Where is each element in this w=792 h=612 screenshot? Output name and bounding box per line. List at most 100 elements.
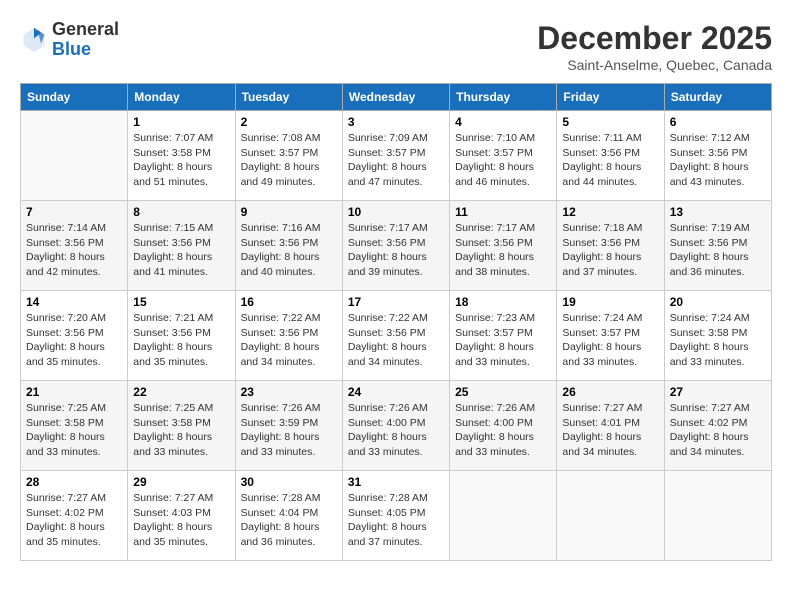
day-info: Sunrise: 7:25 AMSunset: 3:58 PMDaylight:…: [133, 401, 229, 460]
calendar-cell: 2 Sunrise: 7:08 AMSunset: 3:57 PMDaylight…: [235, 111, 342, 201]
calendar-cell: 17 Sunrise: 7:22 AMSunset: 3:56 PMDayligh…: [342, 291, 449, 381]
calendar-cell: 8 Sunrise: 7:15 AMSunset: 3:56 PMDaylight…: [128, 201, 235, 291]
calendar-cell: 12Sunrise: 7:18 AMSunset: 3:56 PMDayligh…: [557, 201, 664, 291]
day-info: Sunrise: 7:28 AMSunset: 4:05 PMDaylight:…: [348, 491, 444, 550]
day-info: Sunrise: 7:20 AMSunset: 3:56 PMDaylight:…: [26, 311, 122, 370]
calendar-cell: 26Sunrise: 7:27 AMSunset: 4:01 PMDayligh…: [557, 381, 664, 471]
day-number: 6: [670, 115, 766, 129]
calendar-cell: 10 Sunrise: 7:17 AMSunset: 3:56 PMDayligh…: [342, 201, 449, 291]
calendar-cell: 16 Sunrise: 7:22 AMSunset: 3:56 PMDayligh…: [235, 291, 342, 381]
day-info: Sunrise: 7:07 AMSunset: 3:58 PMDaylight:…: [133, 131, 229, 190]
calendar-cell: 19 Sunrise: 7:24 AMSunset: 3:57 PMDayligh…: [557, 291, 664, 381]
day-info: Sunrise: 7:10 AMSunset: 3:57 PMDaylight:…: [455, 131, 551, 190]
calendar-cell: 27 Sunrise: 7:27 AMSunset: 4:02 PMDayligh…: [664, 381, 771, 471]
day-number: 25: [455, 385, 551, 399]
weekday-header-saturday: Saturday: [664, 84, 771, 111]
day-info: Sunrise: 7:17 AMSunset: 3:56 PMDaylight:…: [348, 221, 444, 280]
calendar-cell: 15 Sunrise: 7:21 AMSunset: 3:56 PMDayligh…: [128, 291, 235, 381]
calendar-table: SundayMondayTuesdayWednesdayThursdayFrid…: [20, 83, 772, 561]
day-number: 3: [348, 115, 444, 129]
day-info: Sunrise: 7:22 AMSunset: 3:56 PMDaylight:…: [241, 311, 337, 370]
weekday-header-row: SundayMondayTuesdayWednesdayThursdayFrid…: [21, 84, 772, 111]
calendar-cell: [450, 471, 557, 561]
week-row-1: 1 Sunrise: 7:07 AMSunset: 3:58 PMDaylight…: [21, 111, 772, 201]
day-info: Sunrise: 7:17 AMSunset: 3:56 PMDaylight:…: [455, 221, 551, 280]
calendar-cell: 20Sunrise: 7:24 AMSunset: 3:58 PMDayligh…: [664, 291, 771, 381]
calendar-cell: 29Sunrise: 7:27 AMSunset: 4:03 PMDayligh…: [128, 471, 235, 561]
day-number: 7: [26, 205, 122, 219]
day-number: 8: [133, 205, 229, 219]
calendar-cell: 1 Sunrise: 7:07 AMSunset: 3:58 PMDaylight…: [128, 111, 235, 201]
day-info: Sunrise: 7:21 AMSunset: 3:56 PMDaylight:…: [133, 311, 229, 370]
day-info: Sunrise: 7:27 AMSunset: 4:03 PMDaylight:…: [133, 491, 229, 550]
day-number: 18: [455, 295, 551, 309]
day-info: Sunrise: 7:08 AMSunset: 3:57 PMDaylight:…: [241, 131, 337, 190]
day-number: 28: [26, 475, 122, 489]
weekday-header-friday: Friday: [557, 84, 664, 111]
calendar-cell: 28 Sunrise: 7:27 AMSunset: 4:02 PMDayligh…: [21, 471, 128, 561]
calendar-cell: 14 Sunrise: 7:20 AMSunset: 3:56 PMDayligh…: [21, 291, 128, 381]
calendar-cell: 23Sunrise: 7:26 AMSunset: 3:59 PMDayligh…: [235, 381, 342, 471]
day-info: Sunrise: 7:26 AMSunset: 4:00 PMDaylight:…: [455, 401, 551, 460]
calendar-cell: [664, 471, 771, 561]
day-info: Sunrise: 7:12 AMSunset: 3:56 PMDaylight:…: [670, 131, 766, 190]
weekday-header-sunday: Sunday: [21, 84, 128, 111]
day-number: 2: [241, 115, 337, 129]
day-number: 10: [348, 205, 444, 219]
day-number: 13: [670, 205, 766, 219]
calendar-cell: 24Sunrise: 7:26 AMSunset: 4:00 PMDayligh…: [342, 381, 449, 471]
day-number: 27: [670, 385, 766, 399]
calendar-cell: [21, 111, 128, 201]
day-number: 30: [241, 475, 337, 489]
header: General Blue December 2025 Saint-Anselme…: [20, 20, 772, 73]
calendar-cell: 7Sunrise: 7:14 AMSunset: 3:56 PMDaylight…: [21, 201, 128, 291]
calendar-cell: 18Sunrise: 7:23 AMSunset: 3:57 PMDayligh…: [450, 291, 557, 381]
week-row-4: 21 Sunrise: 7:25 AMSunset: 3:58 PMDayligh…: [21, 381, 772, 471]
month-title: December 2025: [537, 20, 772, 57]
day-number: 26: [562, 385, 658, 399]
day-number: 31: [348, 475, 444, 489]
calendar-cell: 9Sunrise: 7:16 AMSunset: 3:56 PMDaylight…: [235, 201, 342, 291]
day-number: 9: [241, 205, 337, 219]
day-number: 22: [133, 385, 229, 399]
day-number: 5: [562, 115, 658, 129]
weekday-header-thursday: Thursday: [450, 84, 557, 111]
calendar-cell: 4 Sunrise: 7:10 AMSunset: 3:57 PMDaylight…: [450, 111, 557, 201]
calendar-cell: 21 Sunrise: 7:25 AMSunset: 3:58 PMDayligh…: [21, 381, 128, 471]
day-number: 16: [241, 295, 337, 309]
weekday-header-tuesday: Tuesday: [235, 84, 342, 111]
day-number: 24: [348, 385, 444, 399]
calendar-cell: 22 Sunrise: 7:25 AMSunset: 3:58 PMDayligh…: [128, 381, 235, 471]
week-row-5: 28 Sunrise: 7:27 AMSunset: 4:02 PMDayligh…: [21, 471, 772, 561]
logo-general-text: General: [52, 20, 119, 40]
weekday-header-monday: Monday: [128, 84, 235, 111]
calendar-cell: 13 Sunrise: 7:19 AMSunset: 3:56 PMDayligh…: [664, 201, 771, 291]
day-number: 4: [455, 115, 551, 129]
day-info: Sunrise: 7:19 AMSunset: 3:56 PMDaylight:…: [670, 221, 766, 280]
location: Saint-Anselme, Quebec, Canada: [537, 57, 772, 73]
calendar-cell: 30 Sunrise: 7:28 AMSunset: 4:04 PMDayligh…: [235, 471, 342, 561]
day-number: 23: [241, 385, 337, 399]
day-info: Sunrise: 7:11 AMSunset: 3:56 PMDaylight:…: [562, 131, 658, 190]
week-row-2: 7Sunrise: 7:14 AMSunset: 3:56 PMDaylight…: [21, 201, 772, 291]
day-info: Sunrise: 7:25 AMSunset: 3:58 PMDaylight:…: [26, 401, 122, 460]
day-info: Sunrise: 7:22 AMSunset: 3:56 PMDaylight:…: [348, 311, 444, 370]
day-info: Sunrise: 7:09 AMSunset: 3:57 PMDaylight:…: [348, 131, 444, 190]
day-number: 15: [133, 295, 229, 309]
day-info: Sunrise: 7:27 AMSunset: 4:02 PMDaylight:…: [670, 401, 766, 460]
day-info: Sunrise: 7:15 AMSunset: 3:56 PMDaylight:…: [133, 221, 229, 280]
logo-blue-text: Blue: [52, 40, 119, 60]
day-info: Sunrise: 7:27 AMSunset: 4:02 PMDaylight:…: [26, 491, 122, 550]
day-number: 1: [133, 115, 229, 129]
calendar-cell: 31 Sunrise: 7:28 AMSunset: 4:05 PMDayligh…: [342, 471, 449, 561]
day-number: 14: [26, 295, 122, 309]
day-number: 12: [562, 205, 658, 219]
day-number: 19: [562, 295, 658, 309]
day-info: Sunrise: 7:24 AMSunset: 3:57 PMDaylight:…: [562, 311, 658, 370]
day-number: 17: [348, 295, 444, 309]
logo: General Blue: [20, 20, 119, 60]
weekday-header-wednesday: Wednesday: [342, 84, 449, 111]
day-info: Sunrise: 7:28 AMSunset: 4:04 PMDaylight:…: [241, 491, 337, 550]
calendar-cell: 11Sunrise: 7:17 AMSunset: 3:56 PMDayligh…: [450, 201, 557, 291]
day-number: 21: [26, 385, 122, 399]
